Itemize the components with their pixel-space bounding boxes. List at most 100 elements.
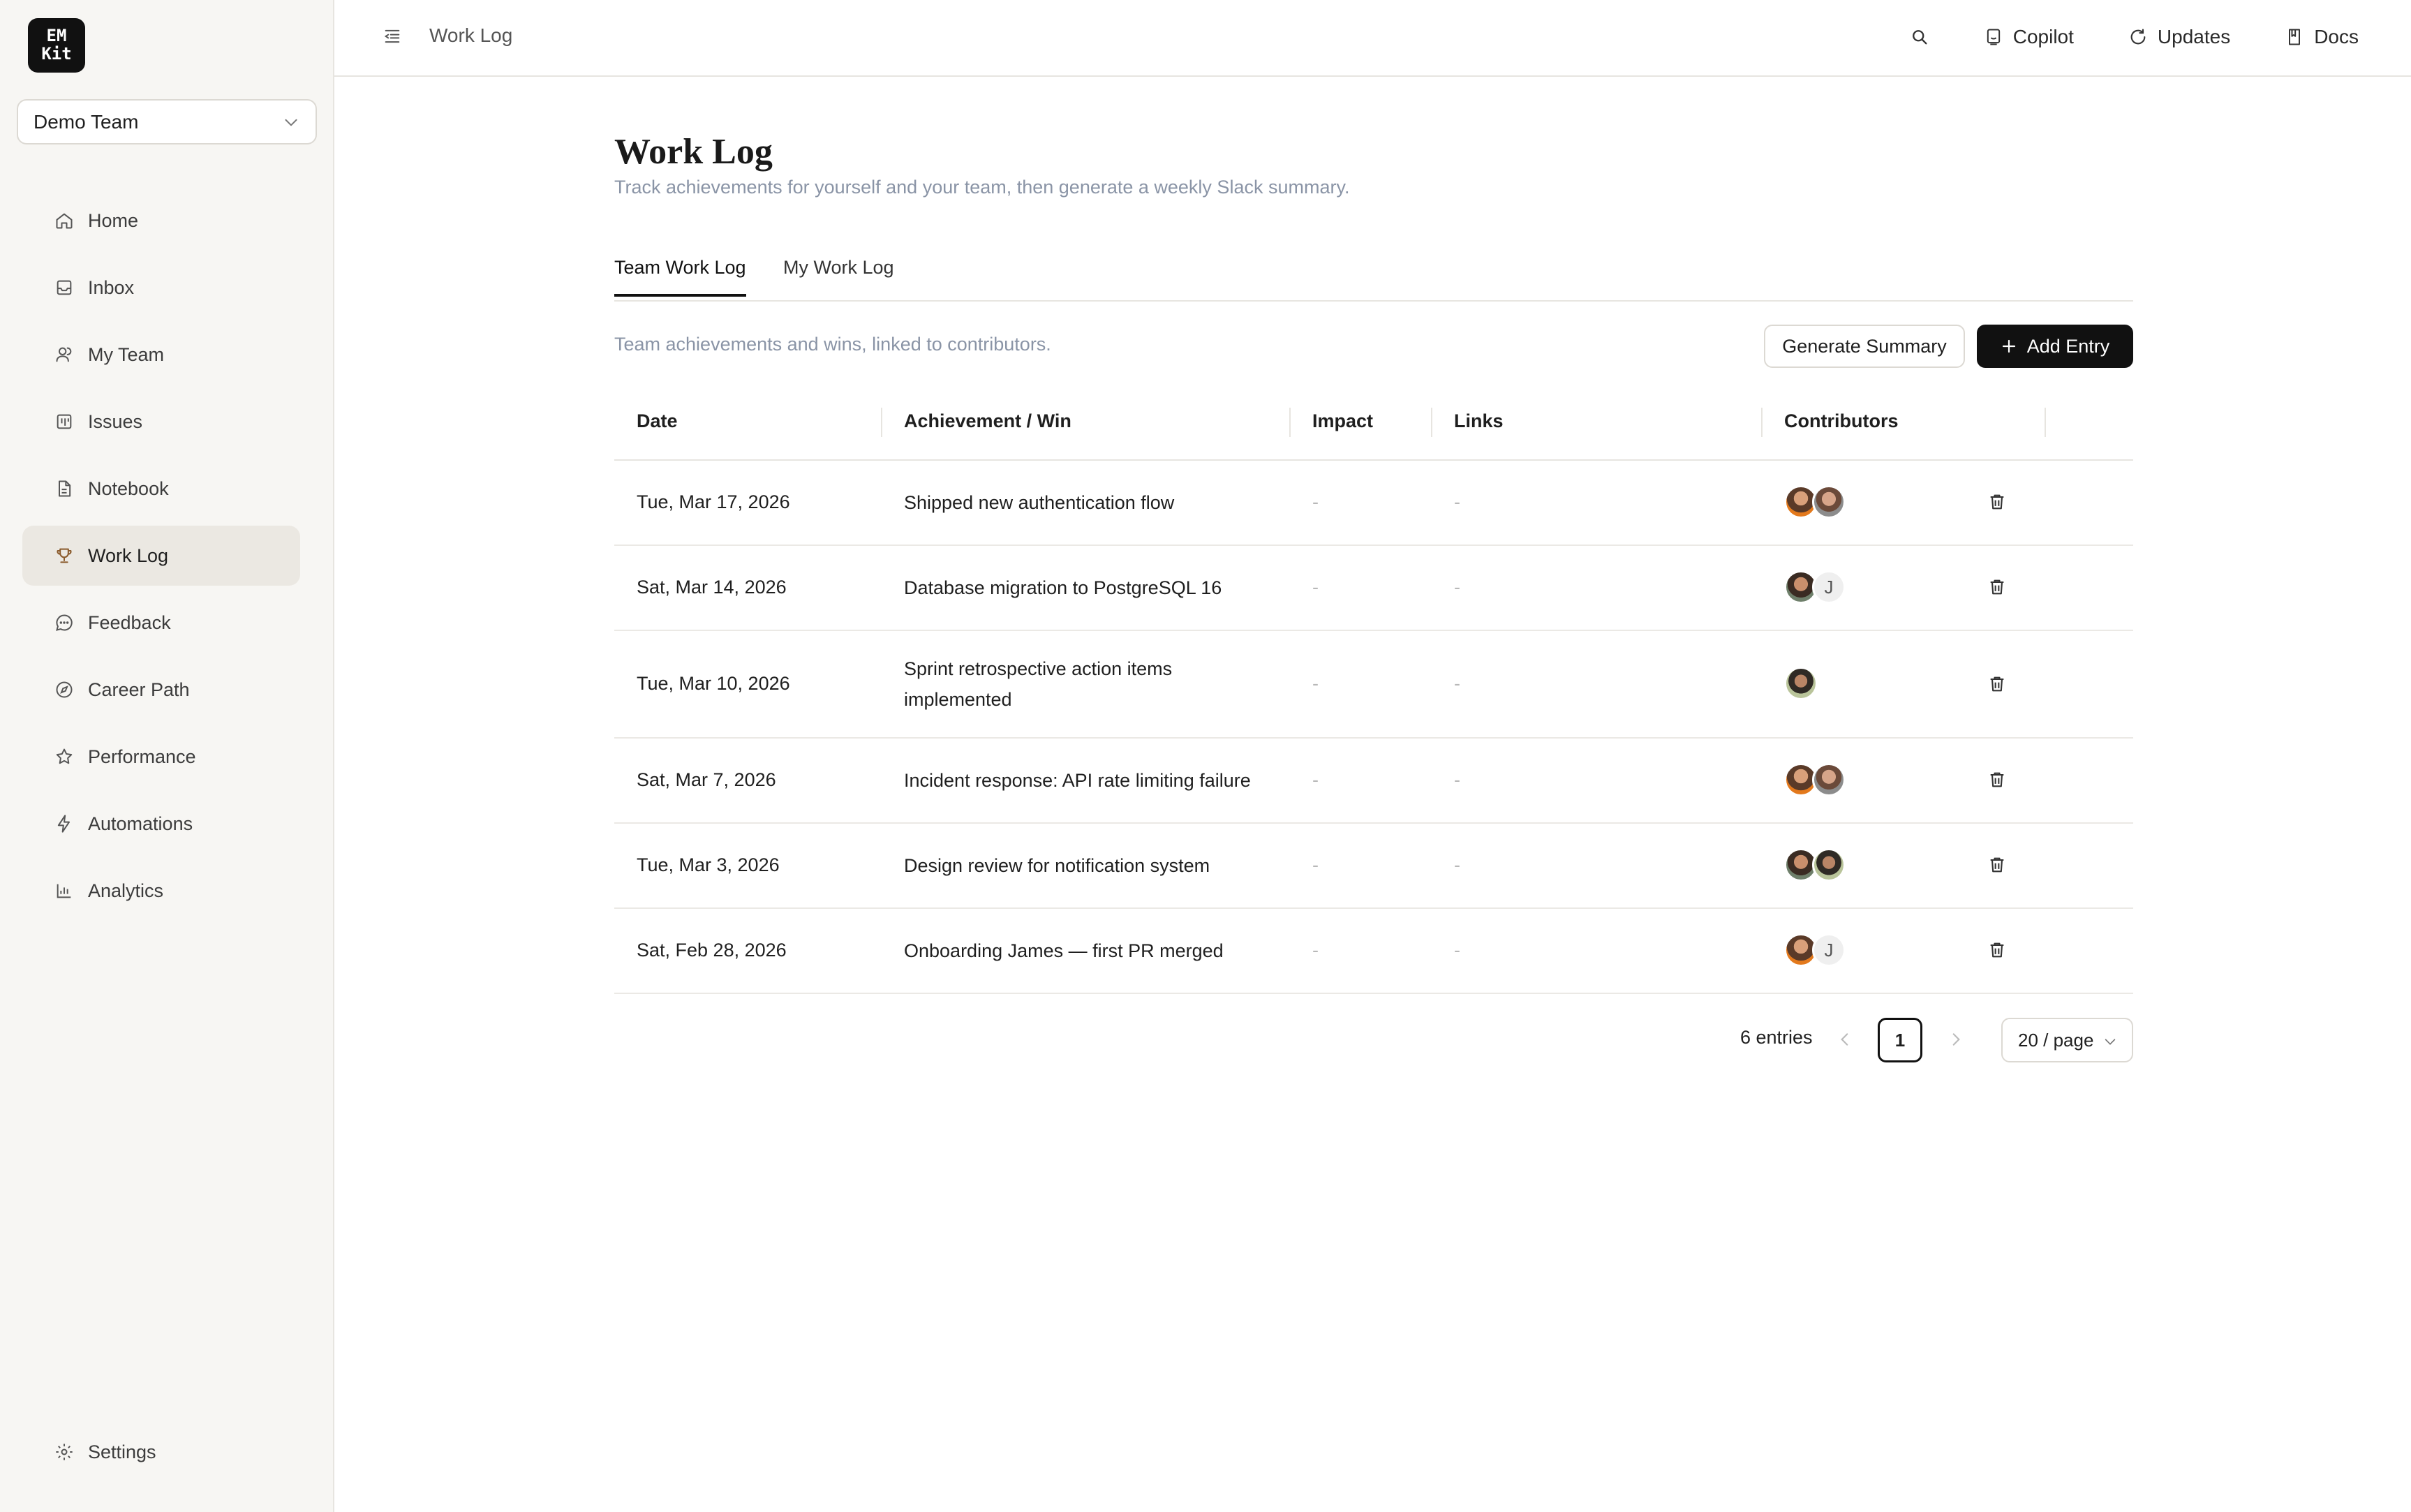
- table-row[interactable]: Tue, Mar 17, 2026 Shipped new authentica…: [614, 461, 2133, 546]
- contributor-avatars: [1784, 667, 1818, 700]
- contributor-avatars: J: [1784, 570, 1846, 604]
- team-selector[interactable]: Demo Team: [17, 99, 317, 144]
- copilot-button[interactable]: Copilot: [1984, 26, 2074, 48]
- chat-icon: [56, 614, 73, 631]
- page-size-value: 20 / page: [2018, 1029, 2094, 1051]
- trash-icon[interactable]: [1987, 674, 2007, 694]
- column-header-contributors[interactable]: Contributors: [1784, 410, 1898, 432]
- contributor-avatars: [1784, 763, 1846, 796]
- inbox-icon: [57, 280, 72, 295]
- table-row[interactable]: Sat, Mar 14, 2026 Database migration to …: [614, 546, 2133, 631]
- row-achievement: Onboarding James — first PR merged: [904, 940, 1224, 961]
- column-header-date[interactable]: Date: [637, 410, 678, 432]
- sidebar-item-issues[interactable]: Issues: [22, 392, 300, 452]
- sidebar-item-label: Inbox: [88, 276, 135, 298]
- column-header-achievement[interactable]: Achievement / Win: [904, 410, 1071, 432]
- page-number-button[interactable]: 1: [1878, 1018, 1922, 1062]
- sidebar-item-notebook[interactable]: Notebook: [22, 459, 300, 519]
- home-icon: [56, 213, 73, 229]
- sidebar: EM Kit Demo Team Home Inbox My Team Issu…: [0, 0, 334, 1512]
- board-icon: [57, 414, 72, 429]
- trash-icon[interactable]: [1987, 492, 2007, 512]
- row-date: Sat, Mar 7, 2026: [637, 769, 776, 790]
- trash-icon[interactable]: [1987, 940, 2007, 960]
- sidebar-item-label: Automations: [88, 813, 193, 834]
- chevron-right-icon[interactable]: [1947, 1030, 1965, 1048]
- tab-team-work-log[interactable]: Team Work Log: [614, 257, 746, 297]
- contributor-avatars: [1784, 848, 1846, 882]
- bolt-icon: [57, 815, 70, 833]
- sidebar-item-label: Career Path: [88, 679, 190, 700]
- sidebar-item-career-path[interactable]: Career Path: [22, 660, 300, 720]
- sidebar-toggle-icon[interactable]: [383, 27, 402, 46]
- sidebar-item-my-team[interactable]: My Team: [22, 325, 300, 385]
- docs-button[interactable]: Docs: [2285, 26, 2359, 48]
- sidebar-item-label: Issues: [88, 410, 143, 432]
- sidebar-footer: Settings: [22, 1422, 300, 1489]
- breadcrumb[interactable]: Work Log: [429, 24, 512, 47]
- docs-label: Docs: [2314, 26, 2359, 47]
- sidebar-item-feedback[interactable]: Feedback: [22, 593, 300, 653]
- generate-summary-button[interactable]: Generate Summary: [1764, 325, 1965, 368]
- avatar-initial[interactable]: J: [1812, 933, 1846, 967]
- page-size-select[interactable]: 20 / page: [2001, 1018, 2133, 1062]
- search-button[interactable]: [1910, 27, 1929, 47]
- row-date: Tue, Mar 3, 2026: [637, 854, 780, 875]
- updates-button[interactable]: Updates: [2128, 26, 2230, 48]
- trash-icon[interactable]: [1987, 770, 2007, 790]
- chevron-left-icon[interactable]: [1836, 1030, 1854, 1048]
- avatar[interactable]: [1812, 848, 1846, 882]
- tab-my-work-log[interactable]: My Work Log: [783, 257, 894, 294]
- sidebar-item-home[interactable]: Home: [22, 191, 300, 251]
- row-impact: -: [1312, 769, 1319, 790]
- column-header-links[interactable]: Links: [1454, 410, 1504, 432]
- sidebar-item-analytics[interactable]: Analytics: [22, 861, 300, 921]
- row-achievement: Sprint retrospective action items implem…: [904, 658, 1173, 710]
- avatar[interactable]: [1812, 485, 1846, 519]
- sidebar-item-label: Feedback: [88, 612, 171, 633]
- row-date: Sat, Feb 28, 2026: [637, 940, 787, 961]
- row-links: -: [1454, 940, 1460, 961]
- search-icon: [1912, 30, 1927, 45]
- avatar-initial[interactable]: J: [1812, 570, 1846, 604]
- row-achievement: Database migration to PostgreSQL 16: [904, 577, 1222, 598]
- table-row[interactable]: Tue, Mar 3, 2026 Design review for notif…: [614, 824, 2133, 909]
- book-icon: [2289, 29, 2301, 45]
- copilot-label: Copilot: [2012, 26, 2074, 47]
- column-divider: [1289, 408, 1291, 437]
- sidebar-item-work-log[interactable]: Work Log: [22, 526, 300, 586]
- sidebar-item-label: Work Log: [88, 544, 169, 566]
- row-links: -: [1454, 673, 1460, 694]
- plus-icon: [2002, 339, 2015, 353]
- table-row[interactable]: Tue, Mar 10, 2026 Sprint retrospective a…: [614, 631, 2133, 739]
- star-icon: [56, 748, 73, 764]
- row-achievement: Incident response: API rate limiting fai…: [904, 770, 1251, 791]
- work-log-table: Date Achievement / Win Impact Links Cont…: [614, 388, 2133, 994]
- row-links: -: [1454, 577, 1460, 598]
- sidebar-item-performance[interactable]: Performance: [22, 727, 300, 787]
- avatar[interactable]: [1784, 667, 1818, 700]
- sidebar-item-settings[interactable]: Settings: [22, 1422, 300, 1482]
- column-divider: [1431, 408, 1432, 437]
- table-row[interactable]: Sat, Feb 28, 2026 Onboarding James — fir…: [614, 909, 2133, 994]
- refresh-icon: [2130, 29, 2146, 45]
- avatar[interactable]: [1812, 763, 1846, 796]
- row-impact: -: [1312, 491, 1319, 512]
- add-entry-button[interactable]: Add Entry: [1977, 325, 2133, 368]
- trash-icon[interactable]: [1987, 855, 2007, 875]
- chevron-down-icon: [2105, 1039, 2116, 1045]
- page-title: Work Log: [614, 132, 773, 172]
- sidebar-item-inbox[interactable]: Inbox: [22, 258, 300, 318]
- sidebar-item-automations[interactable]: Automations: [22, 794, 300, 854]
- trash-icon[interactable]: [1987, 577, 2007, 597]
- row-links: -: [1454, 769, 1460, 790]
- updates-label: Updates: [2157, 26, 2231, 47]
- copilot-icon: [1987, 29, 2000, 45]
- page-subtitle: Track achievements for yourself and your…: [614, 177, 1350, 198]
- row-achievement: Design review for notification system: [904, 855, 1210, 876]
- column-header-impact[interactable]: Impact: [1312, 410, 1373, 432]
- table-row[interactable]: Sat, Mar 7, 2026 Incident response: API …: [614, 739, 2133, 824]
- top-bar: Work Log Copilot Updates Docs: [334, 0, 2411, 77]
- app-logo[interactable]: EM Kit: [28, 18, 85, 73]
- sidebar-item-label: Home: [88, 209, 139, 231]
